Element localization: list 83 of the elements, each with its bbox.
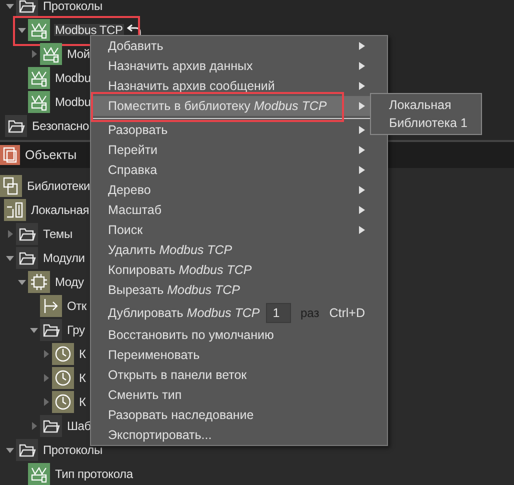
folder-icon — [16, 247, 38, 269]
menu-item[interactable]: Удалить Modbus TCP — [91, 240, 387, 260]
folder-icon — [16, 223, 38, 245]
collapsed-arrow-icon[interactable] — [30, 422, 38, 430]
undo-icon[interactable] — [126, 24, 141, 36]
tree-item-label[interactable]: Modbus TCP — [54, 24, 124, 36]
tree-item-label[interactable]: Modbu — [54, 96, 92, 108]
expanded-arrow-icon[interactable] — [18, 26, 26, 34]
submenu-arrow-icon — [359, 102, 365, 110]
collapsed-arrow-icon[interactable] — [42, 350, 50, 358]
tree-item-label[interactable]: Шаб — [66, 420, 92, 432]
tree-item-label[interactable]: Протоколы — [42, 444, 104, 456]
tree-item-label[interactable]: К — [78, 396, 87, 408]
menu-item[interactable]: Дерево — [91, 180, 387, 200]
tree-item-label[interactable]: Мой — [66, 48, 91, 60]
submenu-arrow-icon — [359, 62, 365, 70]
submenu-arrow-icon — [359, 126, 365, 134]
menu-item[interactable]: Справка — [91, 160, 387, 180]
menu-item[interactable]: Дублировать Modbus TCP 1 раз Ctrl+D — [91, 300, 387, 325]
protocol-icon — [40, 43, 62, 65]
submenu-arrow-icon — [359, 226, 365, 234]
clock-icon — [52, 367, 74, 389]
submenu-arrow-icon — [359, 186, 365, 194]
tree-item-label[interactable]: Модули — [42, 252, 86, 264]
clock-icon — [52, 391, 74, 413]
menu-item[interactable]: Вырезать Modbus TCP — [91, 280, 387, 300]
section-title: Объекты — [25, 148, 77, 162]
library-icon — [0, 175, 22, 197]
submenu-arrow-icon — [359, 42, 365, 50]
menu-item[interactable]: Экспортировать... — [91, 425, 387, 445]
expanded-arrow-icon[interactable] — [18, 278, 26, 286]
count-field[interactable]: 1 — [266, 302, 290, 322]
module-icon — [28, 271, 50, 293]
protocol-icon — [28, 463, 50, 485]
menu-item[interactable]: Разорвать наследование — [91, 405, 387, 425]
folder-icon — [16, 439, 38, 461]
collapsed-arrow-icon[interactable] — [42, 374, 50, 382]
menu-item[interactable]: Копировать Modbus TCP — [91, 260, 387, 280]
submenu-arrow-icon — [359, 146, 365, 154]
shortcut-label: Ctrl+D — [329, 306, 365, 320]
submenu-item[interactable]: Библиотека 1 — [371, 114, 481, 132]
expanded-arrow-icon[interactable] — [30, 326, 38, 334]
menu-item[interactable]: Сменить тип — [91, 385, 387, 405]
menu-item[interactable]: Переименовать — [91, 345, 387, 365]
expanded-arrow-icon[interactable] — [6, 254, 14, 262]
tree-item-label[interactable]: Темы — [42, 228, 74, 240]
tree-item-label[interactable]: Тип протокола — [54, 468, 134, 480]
menu-item[interactable]: Добавить — [91, 36, 387, 56]
menu-item[interactable]: Восстановить по умолчанию — [91, 325, 387, 345]
submenu-arrow-icon — [359, 206, 365, 214]
tree-item-label[interactable]: К — [78, 348, 87, 360]
tree-item-label[interactable]: Modbu — [54, 72, 92, 84]
collapsed-arrow-icon[interactable] — [6, 230, 14, 238]
tree-item-label[interactable]: Безопасно — [31, 120, 90, 132]
tree-item-label[interactable]: Отк — [66, 300, 88, 312]
collapsed-arrow-icon[interactable] — [42, 398, 50, 406]
tree-item-label[interactable]: К — [78, 372, 87, 384]
folder-icon — [5, 115, 27, 137]
folder-icon — [40, 415, 62, 437]
tree-item-label[interactable]: Библиотеки — [26, 180, 92, 192]
protocol-icon — [28, 67, 50, 89]
menu-item[interactable]: Поиск — [91, 220, 387, 240]
menu-item[interactable]: Перейти — [91, 140, 387, 160]
tree-item-label[interactable]: Локальная — [30, 204, 90, 216]
menu-item[interactable]: Масштаб — [91, 200, 387, 220]
exit-icon — [40, 295, 62, 317]
menu-item[interactable]: Открыть в панели веток — [91, 365, 387, 385]
stacked-pages-icon — [0, 145, 20, 165]
clock-icon — [52, 343, 74, 365]
expanded-arrow-icon[interactable] — [6, 2, 14, 10]
protocol-icon — [28, 91, 50, 113]
tree-item-label[interactable]: Моду — [54, 276, 85, 288]
menu-item[interactable]: Назначить архив данных — [91, 56, 387, 76]
folder-icon — [40, 319, 62, 341]
unit-label: раз — [300, 306, 320, 320]
tree-item-label[interactable]: Гру — [66, 324, 86, 336]
expanded-arrow-icon[interactable] — [6, 446, 14, 454]
protocol-icon — [28, 19, 50, 41]
menu-item[interactable]: Назначить архив сообщений — [91, 76, 387, 96]
submenu-arrow-icon — [359, 82, 365, 90]
tree-item-label[interactable]: Протоколы — [42, 0, 104, 12]
submenu-arrow-icon — [359, 166, 365, 174]
collapsed-arrow-icon[interactable] — [30, 50, 38, 58]
